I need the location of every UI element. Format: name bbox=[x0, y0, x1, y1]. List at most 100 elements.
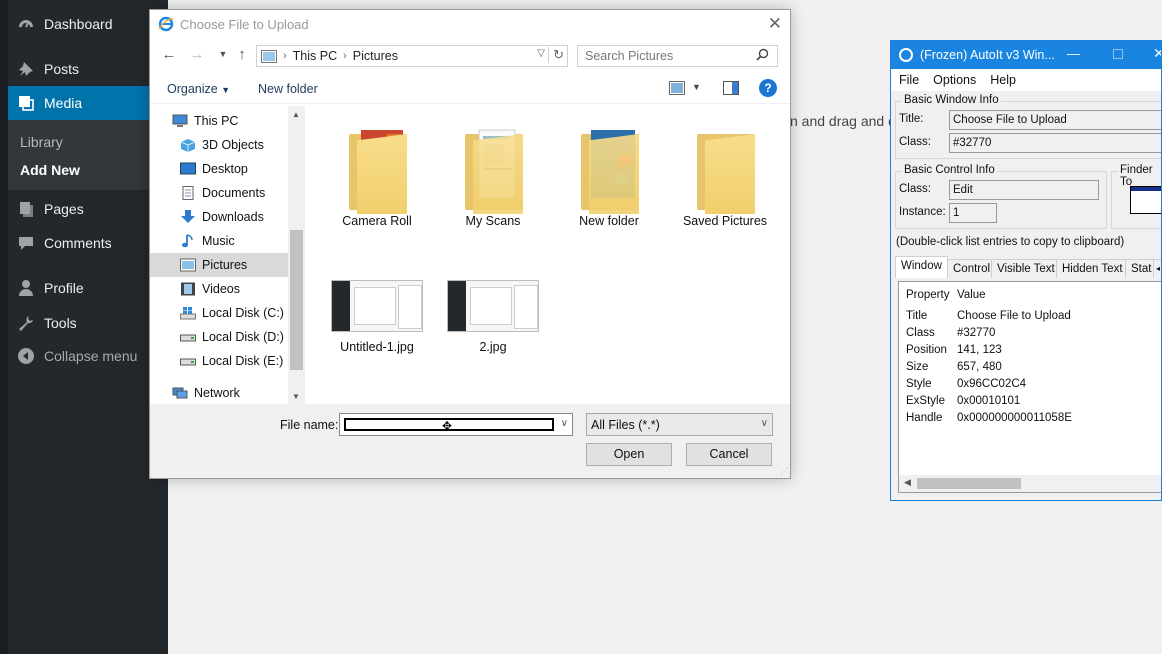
collapse-menu-button[interactable]: Collapse menu bbox=[8, 339, 168, 373]
folder-item-saved-pictures[interactable]: Saved Pictures bbox=[675, 120, 775, 228]
folder-item-camera-roll[interactable]: Camera Roll bbox=[327, 120, 427, 228]
image-file-2[interactable]: 2.jpg bbox=[443, 278, 543, 354]
back-arrow-icon[interactable]: ← bbox=[160, 46, 178, 64]
view-dropdown-chevron-icon[interactable]: ▼ bbox=[692, 82, 701, 92]
change-view-icon[interactable] bbox=[669, 81, 685, 95]
recent-locations-chevron-icon[interactable]: ▼ bbox=[214, 49, 232, 67]
folder-item-my-scans[interactable]: My Scans bbox=[443, 120, 543, 228]
column-header-property[interactable]: Property bbox=[906, 289, 949, 301]
nav-item-desktop[interactable]: Desktop bbox=[150, 157, 288, 181]
nav-label: Videos bbox=[202, 282, 240, 296]
forward-arrow-icon[interactable]: → bbox=[188, 46, 206, 64]
organize-menu-button[interactable]: Organize ▼ bbox=[167, 82, 230, 96]
nav-label: Desktop bbox=[202, 162, 248, 176]
breadcrumb-this-pc[interactable]: This PC bbox=[293, 49, 337, 63]
property-row[interactable]: Style 0x96CC02C4 bbox=[899, 378, 1161, 395]
menu-options[interactable]: Options bbox=[933, 73, 976, 87]
file-upload-dialog: Choose File to Upload ✕ ← → ▼ ↑ › This P… bbox=[149, 9, 791, 479]
property-row[interactable]: Title Choose File to Upload bbox=[899, 310, 1161, 327]
tab-hidden-text[interactable]: Hidden Text bbox=[1056, 259, 1129, 278]
property-row[interactable]: ExStyle 0x00010101 bbox=[899, 395, 1161, 412]
maximize-icon[interactable] bbox=[1113, 49, 1123, 59]
finder-tool-icon[interactable] bbox=[1130, 186, 1161, 214]
nav-label: Local Disk (C:) bbox=[202, 306, 284, 320]
command-bar: Organize ▼ New folder ▼ ? bbox=[150, 74, 790, 104]
cancel-button[interactable]: Cancel bbox=[686, 443, 772, 466]
nav-item-local-disk-d[interactable]: Local Disk (D:) bbox=[150, 325, 288, 349]
sidebar-label: Posts bbox=[44, 61, 80, 77]
horizontal-scrollbar[interactable]: ◀ bbox=[899, 475, 1161, 492]
scroll-left-arrow-icon[interactable]: ◀ bbox=[904, 477, 911, 488]
sidebar-item-comments[interactable]: Comments bbox=[8, 226, 168, 260]
scrollbar-thumb[interactable] bbox=[917, 478, 1021, 489]
tab-visible-text[interactable]: Visible Text bbox=[991, 259, 1061, 278]
submenu-library[interactable]: Library bbox=[20, 134, 63, 150]
tab-window[interactable]: Window bbox=[895, 256, 948, 278]
search-input[interactable]: Search Pictures bbox=[577, 45, 778, 67]
image-file-untitled-1[interactable]: Untitled-1.jpg bbox=[327, 278, 427, 354]
address-bar[interactable]: › This PC › Pictures ▽ ↻ bbox=[256, 45, 568, 67]
nav-pane-scrollbar[interactable]: ▲ ▼ bbox=[288, 106, 305, 404]
tab-scroll-left-icon[interactable]: ◂ bbox=[1153, 259, 1161, 278]
file-type-select[interactable]: All Files (*.*) ∨ bbox=[586, 413, 773, 436]
refresh-icon[interactable]: ↻ bbox=[548, 47, 564, 63]
address-dropdown-chevron-icon[interactable]: ▽ bbox=[537, 48, 545, 59]
folder-item-new-folder[interactable]: New folder bbox=[559, 120, 659, 228]
sidebar-item-tools[interactable]: Tools bbox=[8, 306, 168, 340]
nav-item-network[interactable]: Network bbox=[150, 381, 288, 405]
nav-item-videos[interactable]: Videos bbox=[150, 277, 288, 301]
nav-item-downloads[interactable]: Downloads bbox=[150, 205, 288, 229]
instance-field[interactable]: 1 bbox=[949, 203, 997, 223]
control-class-field[interactable]: Edit bbox=[949, 180, 1099, 200]
property-row[interactable]: Class #32770 bbox=[899, 327, 1161, 344]
preview-pane-icon[interactable] bbox=[723, 81, 739, 95]
scrollbar-thumb[interactable] bbox=[290, 230, 303, 370]
property-row[interactable]: Handle 0x000000000011058E bbox=[899, 412, 1161, 429]
open-button[interactable]: Open bbox=[586, 443, 672, 466]
nav-item-documents[interactable]: Documents bbox=[150, 181, 288, 205]
nav-item-local-disk-c[interactable]: Local Disk (C:) bbox=[150, 301, 288, 325]
property-row[interactable]: Size 657, 480 bbox=[899, 361, 1161, 378]
scroll-up-arrow-icon[interactable]: ▲ bbox=[292, 110, 300, 119]
dialog-titlebar[interactable]: Choose File to Upload bbox=[150, 10, 790, 38]
tab-control[interactable]: Control bbox=[947, 259, 997, 278]
collapse-arrow-icon bbox=[16, 346, 36, 366]
sidebar-item-pages[interactable]: Pages bbox=[8, 192, 168, 226]
minimize-icon[interactable]: — bbox=[1067, 46, 1080, 61]
up-arrow-icon[interactable]: ↑ bbox=[233, 46, 251, 64]
nav-item-this-pc[interactable]: This PC bbox=[150, 109, 288, 133]
new-folder-button[interactable]: New folder bbox=[258, 82, 318, 96]
menu-file[interactable]: File bbox=[899, 73, 919, 87]
nav-item-pictures[interactable]: Pictures bbox=[150, 253, 288, 277]
property-row[interactable]: Position 141, 123 bbox=[899, 344, 1161, 361]
wp-admin-sidebar: Dashboard Posts Media Library Add New Pa… bbox=[0, 0, 168, 654]
scroll-down-arrow-icon[interactable]: ▼ bbox=[292, 392, 300, 401]
property-list[interactable]: Property Value Title Choose File to Uploa… bbox=[898, 281, 1161, 493]
sidebar-item-dashboard[interactable]: Dashboard bbox=[8, 7, 168, 41]
title-field[interactable]: Choose File to Upload bbox=[949, 110, 1161, 130]
submenu-add-new[interactable]: Add New bbox=[20, 162, 80, 178]
close-icon[interactable]: ✕ bbox=[768, 14, 782, 34]
class-field[interactable]: #32770 bbox=[949, 133, 1161, 153]
sidebar-item-profile[interactable]: Profile bbox=[8, 271, 168, 305]
pictures-folder-icon bbox=[261, 49, 277, 63]
property-name: Title bbox=[906, 310, 928, 322]
resize-grip-icon[interactable]: ⋰ bbox=[780, 467, 788, 476]
column-header-value[interactable]: Value bbox=[957, 289, 986, 301]
close-icon[interactable]: ✕ bbox=[1153, 45, 1161, 62]
sidebar-item-posts[interactable]: Posts bbox=[8, 52, 168, 86]
nav-item-music[interactable]: Music bbox=[150, 229, 288, 253]
help-icon[interactable]: ? bbox=[759, 79, 777, 97]
nav-item-3d-objects[interactable]: 3D Objects bbox=[150, 133, 288, 157]
nav-label: Network bbox=[194, 386, 240, 400]
nav-item-local-disk-e[interactable]: Local Disk (E:) bbox=[150, 349, 288, 373]
nav-label: 3D Objects bbox=[202, 138, 264, 152]
navigation-pane: This PC 3D Objects Desktop Documents Dow… bbox=[150, 106, 306, 404]
chevron-down-icon[interactable]: ∨ bbox=[561, 418, 568, 429]
sidebar-label: Dashboard bbox=[44, 16, 113, 32]
breadcrumb-pictures[interactable]: Pictures bbox=[353, 49, 398, 63]
basic-window-info-label: Basic Window Info bbox=[902, 94, 1001, 106]
sidebar-item-media[interactable]: Media bbox=[8, 86, 168, 120]
file-name-input[interactable]: ✥ ∨ bbox=[339, 413, 573, 436]
menu-help[interactable]: Help bbox=[990, 73, 1016, 87]
